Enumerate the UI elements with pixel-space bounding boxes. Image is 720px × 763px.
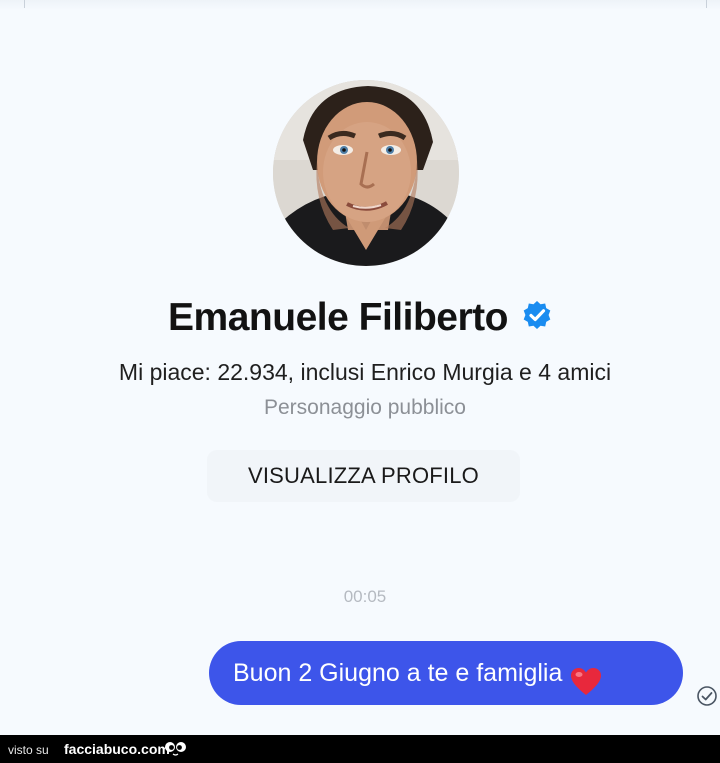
top-divider-mark <box>24 0 25 8</box>
view-profile-button[interactable]: VISUALIZZA PROFILO <box>207 450 520 502</box>
watermark-prefix: visto su <box>8 743 49 757</box>
heart-emoji-icon <box>570 657 602 696</box>
likes-count: Mi piace: 22.934, inclusi Enrico Murgia … <box>118 359 612 385</box>
read-receipt-icon <box>696 685 718 707</box>
message-text: Buon 2 Giugno a te e famiglia <box>233 659 563 687</box>
profile-name: Emanuele Filiberto <box>168 296 508 339</box>
watermark-bar: visto su facciabuco.com <box>0 735 720 763</box>
sent-message-bubble[interactable]: Buon 2 Giugno a te e famiglia <box>209 641 683 705</box>
facciabuco-eyes-icon <box>164 739 188 757</box>
top-divider-mark <box>706 0 707 8</box>
chat-screen: Emanuele Filiberto Mi piace: 22.934, inc… <box>0 0 720 735</box>
profile-avatar[interactable] <box>273 80 459 266</box>
watermark-site[interactable]: facciabuco.com <box>64 741 170 757</box>
verified-badge-icon <box>522 300 552 330</box>
profile-category: Personaggio pubblico <box>264 396 466 419</box>
message-timestamp: 00:05 <box>343 587 387 606</box>
top-edge <box>0 0 720 10</box>
profile-name-row: Emanuele Filiberto <box>0 296 720 340</box>
